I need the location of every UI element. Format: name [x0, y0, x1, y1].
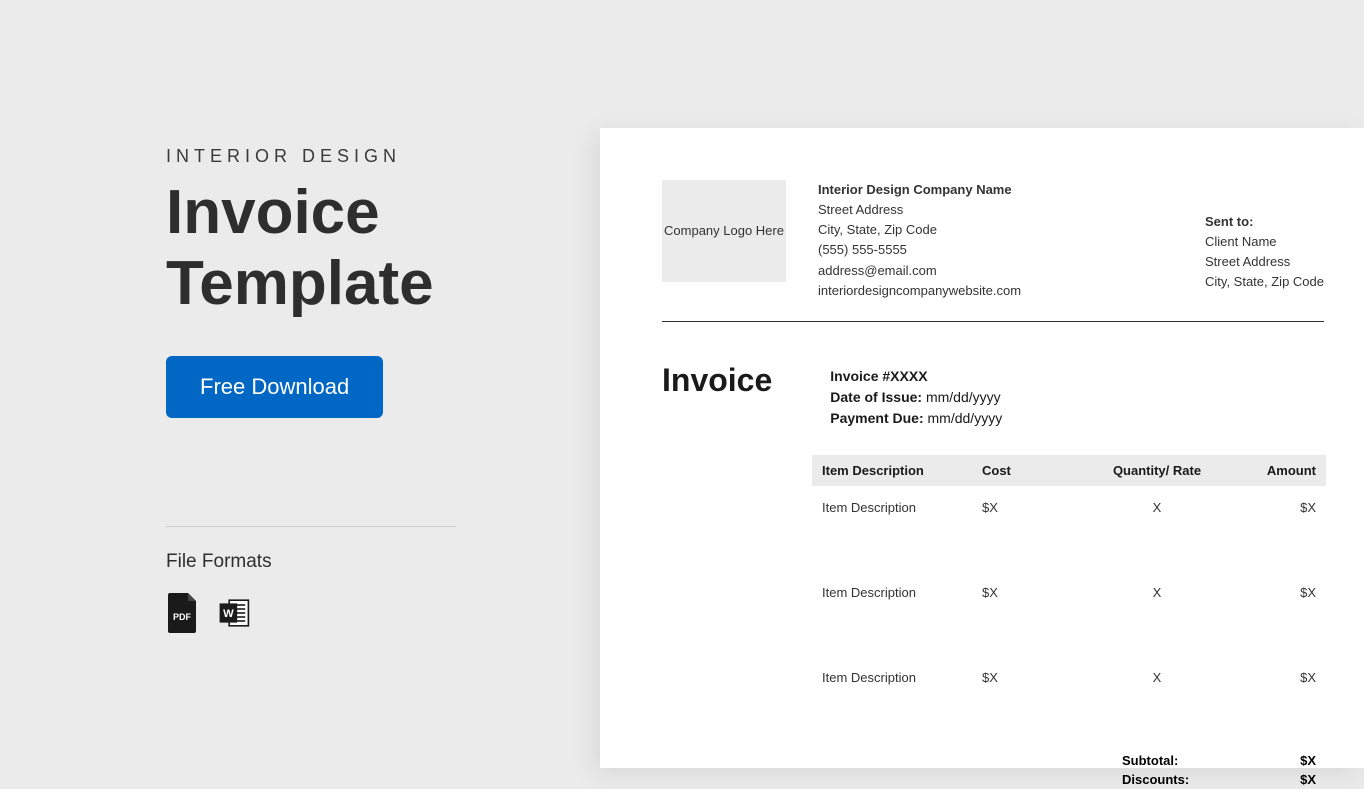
svg-text:W: W	[223, 608, 234, 620]
discounts-value: $X	[1300, 772, 1316, 787]
due-label: Payment Due:	[830, 410, 923, 426]
cell-amt: $X	[1232, 500, 1316, 571]
cell-cost: $X	[982, 585, 1082, 656]
company-email: address@email.com	[818, 261, 1173, 281]
page-title: Invoice Template	[166, 177, 566, 320]
due-date: mm/dd/yyyy	[928, 410, 1003, 426]
cell-amt: $X	[1232, 585, 1316, 656]
client-street: Street Address	[1205, 252, 1324, 272]
sent-to-label: Sent to:	[1205, 212, 1324, 232]
cell-desc: Item Description	[822, 670, 982, 741]
company-info: Interior Design Company Name Street Addr…	[818, 180, 1173, 301]
cell-qty: X	[1082, 670, 1232, 741]
col-quantity: Quantity/ Rate	[1082, 463, 1232, 478]
doc-header: Company Logo Here Interior Design Compan…	[662, 180, 1324, 322]
pdf-icon: PDF	[166, 593, 198, 638]
totals-block: Subtotal: $X Discounts: $X	[812, 751, 1326, 789]
logo-placeholder: Company Logo Here	[662, 180, 786, 282]
invoice-number: Invoice #XXXX	[830, 368, 927, 384]
title-line-1: Invoice	[166, 178, 380, 247]
issue-label: Date of Issue:	[830, 389, 922, 405]
col-cost: Cost	[982, 463, 1082, 478]
cell-desc: Item Description	[822, 585, 982, 656]
discounts-label: Discounts:	[1122, 772, 1189, 787]
divider	[166, 526, 456, 527]
recipient-info: Sent to: Client Name Street Address City…	[1205, 180, 1324, 301]
discounts-line: Discounts: $X	[822, 770, 1316, 789]
invoice-heading: Invoice	[662, 362, 772, 429]
invoice-meta-row: Invoice Invoice #XXXX Date of Issue: mm/…	[662, 362, 1324, 429]
cell-qty: X	[1082, 585, 1232, 656]
file-format-icons: PDF W	[166, 593, 566, 638]
category-label: INTERIOR DESIGN	[166, 146, 566, 167]
cell-cost: $X	[982, 500, 1082, 571]
company-phone: (555) 555-5555	[818, 240, 1173, 260]
subtotal-label: Subtotal:	[1122, 753, 1178, 768]
col-description: Item Description	[822, 463, 982, 478]
table-row: Item Description $X X $X	[812, 486, 1326, 571]
table-row: Item Description $X X $X	[812, 571, 1326, 656]
company-street: Street Address	[818, 200, 1173, 220]
client-name: Client Name	[1205, 232, 1324, 252]
issue-date: mm/dd/yyyy	[926, 389, 1001, 405]
company-website: interiordesigncompanywebsite.com	[818, 281, 1173, 301]
subtotal-value: $X	[1300, 753, 1316, 768]
file-formats-label: File Formats	[166, 551, 566, 573]
company-city: City, State, Zip Code	[818, 220, 1173, 240]
download-button[interactable]: Free Download	[166, 356, 383, 418]
document-preview: Company Logo Here Interior Design Compan…	[600, 128, 1364, 768]
title-line-2: Template	[166, 249, 434, 318]
word-icon: W	[218, 593, 250, 638]
cell-desc: Item Description	[822, 500, 982, 571]
cell-amt: $X	[1232, 670, 1316, 741]
left-panel: INTERIOR DESIGN Invoice Template Free Do…	[166, 146, 566, 638]
subtotal-line: Subtotal: $X	[822, 751, 1316, 770]
company-name: Interior Design Company Name	[818, 180, 1173, 200]
line-items-table: Item Description Cost Quantity/ Rate Amo…	[812, 455, 1326, 789]
table-row: Item Description $X X $X	[812, 656, 1326, 741]
cell-qty: X	[1082, 500, 1232, 571]
col-amount: Amount	[1232, 463, 1316, 478]
svg-text:PDF: PDF	[173, 612, 192, 622]
invoice-meta: Invoice #XXXX Date of Issue: mm/dd/yyyy …	[830, 362, 1002, 429]
cell-cost: $X	[982, 670, 1082, 741]
table-header: Item Description Cost Quantity/ Rate Amo…	[812, 455, 1326, 486]
client-city: City, State, Zip Code	[1205, 272, 1324, 292]
